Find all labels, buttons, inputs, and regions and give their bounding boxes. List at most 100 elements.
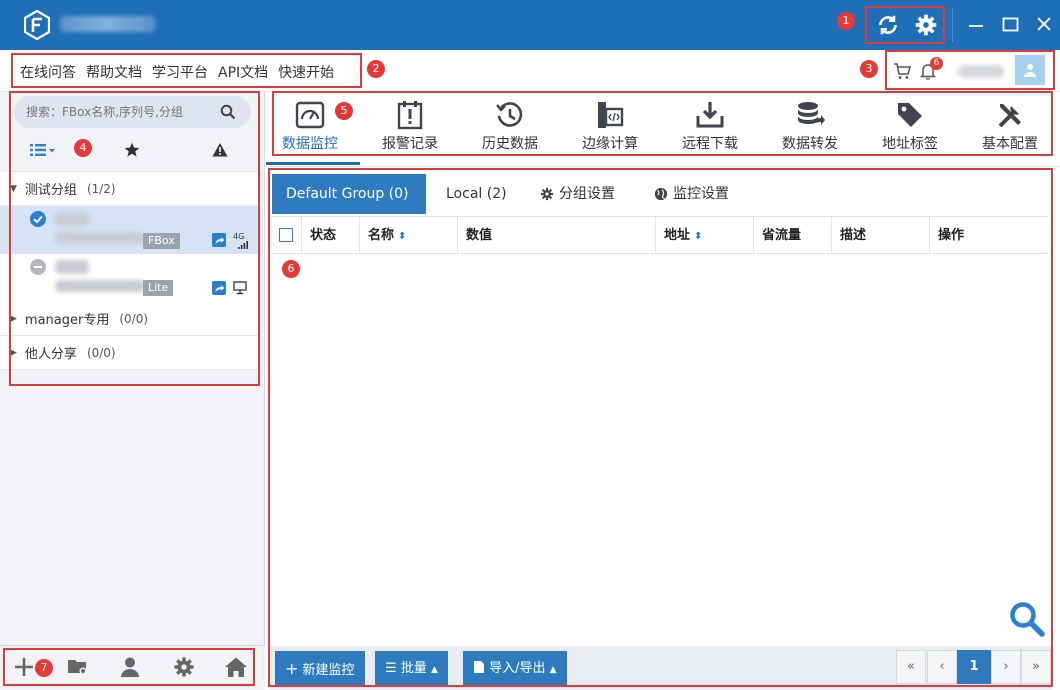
tab-label: 历史数据 <box>482 136 538 152</box>
caret-right-icon: ▶ <box>10 347 17 358</box>
group-count: (0/0) <box>86 345 116 360</box>
alarm-warning-icon[interactable] <box>212 140 228 160</box>
col-address[interactable]: 地址 ⬍ <box>656 217 754 254</box>
import-export-button[interactable]: 导入/导出 ▲ <box>463 651 567 686</box>
col-name[interactable]: 名称 ⬍ <box>360 217 458 254</box>
download-icon <box>695 100 725 130</box>
select-all-cell <box>272 217 302 254</box>
tab-history-data[interactable]: 历史数据 <box>465 96 555 156</box>
share-icon[interactable] <box>212 281 226 295</box>
help-link-quick-start[interactable]: 快速开始 <box>278 62 334 82</box>
tab-label: 边缘计算 <box>582 136 638 152</box>
tab-alarm-records[interactable]: 报警记录 <box>365 96 455 156</box>
device-serial-blurred <box>55 232 145 244</box>
tab-local[interactable]: Local (2) <box>432 174 521 214</box>
tab-data-forward[interactable]: 数据转发 <box>765 96 855 156</box>
search-icon[interactable] <box>1008 600 1046 638</box>
group-count: (1/2) <box>86 181 116 196</box>
device-type-badge: Lite <box>143 280 174 296</box>
annotation-badge-6: 6 <box>282 260 300 278</box>
tab-default-group[interactable]: Default Group (0) <box>272 174 426 214</box>
new-monitor-button[interactable]: + 新建监控 <box>275 651 365 686</box>
tab-basic-config[interactable]: 基本配置 <box>965 96 1055 156</box>
sort-icon: ⬍ <box>398 231 407 242</box>
device-item-lite[interactable]: Lite <box>0 254 258 302</box>
list-view-tab[interactable] <box>30 140 56 160</box>
globe-icon <box>654 187 668 201</box>
annotation-badge-3: 3 <box>860 60 878 78</box>
tab-edge-computing[interactable]: 边缘计算 <box>565 96 655 156</box>
tab-remote-download[interactable]: 远程下载 <box>665 96 755 156</box>
group-count: (0/0) <box>119 311 149 326</box>
favorites-star-icon[interactable] <box>124 140 140 160</box>
settings-gear-icon[interactable] <box>172 656 196 678</box>
help-link-api-docs[interactable]: API文档 <box>218 62 268 82</box>
page-first-button[interactable]: « <box>896 650 926 684</box>
tab-address-tags[interactable]: 地址标签 <box>865 96 955 156</box>
refresh-icon[interactable] <box>875 12 901 38</box>
minimize-icon[interactable] <box>962 12 990 38</box>
device-item-fbox[interactable]: FBox 4G <box>0 206 258 254</box>
alarm-clipboard-icon <box>395 100 425 130</box>
tab-group-settings[interactable]: 分组设置 <box>526 174 629 214</box>
tab-label: 数据转发 <box>782 136 838 152</box>
user-icon[interactable] <box>118 656 142 678</box>
active-tab-underline <box>266 162 360 165</box>
col-value: 数值 <box>458 217 656 254</box>
cart-icon[interactable] <box>893 62 911 80</box>
offline-status-icon <box>30 259 46 275</box>
annotation-badge-1: 1 <box>837 12 855 30</box>
col-status: 状态 <box>302 217 360 254</box>
annotation-badge-5: 5 <box>335 102 353 120</box>
sort-icon: ⬍ <box>694 231 703 242</box>
col-address-label: 地址 <box>664 228 691 243</box>
caret-up-icon: ▲ <box>430 665 438 675</box>
help-link-online-qa[interactable]: 在线问答 <box>20 62 76 82</box>
settings-gear-icon[interactable] <box>913 12 939 38</box>
search-input[interactable] <box>14 96 251 128</box>
tab-label: 分组设置 <box>559 186 615 202</box>
file-icon <box>474 661 484 673</box>
annotation-badge-2: 2 <box>367 60 385 78</box>
plus-icon: + <box>285 659 299 678</box>
online-check-icon <box>30 211 46 227</box>
group-shared[interactable]: ▶ 他人分享 (0/0) <box>0 336 258 370</box>
maximize-icon[interactable] <box>996 12 1024 38</box>
caret-right-icon: ▶ <box>10 313 17 324</box>
device-name-blurred <box>55 212 89 226</box>
app-logo-icon <box>24 10 50 40</box>
ethernet-monitor-icon <box>233 281 247 295</box>
database-forward-icon <box>795 100 825 130</box>
user-avatar-icon[interactable] <box>1015 55 1045 85</box>
device-serial-blurred <box>55 280 145 292</box>
edge-code-icon <box>595 100 625 130</box>
share-icon[interactable] <box>212 233 226 247</box>
search-icon[interactable] <box>220 104 236 120</box>
notification-count-badge: 6 <box>930 57 943 70</box>
group-name: 他人分享 <box>24 347 77 362</box>
page-last-button[interactable]: » <box>1021 650 1051 684</box>
tab-label: 地址标签 <box>882 136 938 152</box>
help-link-docs[interactable]: 帮助文档 <box>86 62 142 82</box>
tab-monitor-settings[interactable]: 监控设置 <box>640 174 743 214</box>
page-next-button[interactable]: › <box>991 650 1021 684</box>
add-icon[interactable] <box>12 656 36 678</box>
close-icon[interactable] <box>1030 12 1058 38</box>
group-manager[interactable]: ▶ manager专用 (0/0) <box>0 302 258 336</box>
help-links: 在线问答 帮助文档 学习平台 API文档 快速开始 <box>20 62 334 82</box>
page-prev-button[interactable]: ‹ <box>927 650 957 684</box>
col-name-label: 名称 <box>368 228 395 243</box>
group-test[interactable]: ▼ 测试分组 (1/2) <box>0 172 258 206</box>
home-icon[interactable] <box>224 656 248 678</box>
caret-up-icon: ▲ <box>549 665 557 675</box>
device-type-badge: FBox <box>143 233 180 249</box>
tab-label: 基本配置 <box>982 136 1038 152</box>
help-link-learning[interactable]: 学习平台 <box>152 62 208 82</box>
batch-button[interactable]: ☰ 批量 ▲ <box>375 651 448 686</box>
signal-4g-label: 4G <box>233 232 245 241</box>
group-name: manager专用 <box>24 313 110 328</box>
select-all-checkbox[interactable] <box>279 228 293 242</box>
folder-settings-icon[interactable] <box>66 656 90 678</box>
page-current-button[interactable]: 1 <box>957 650 991 684</box>
tab-label: 远程下载 <box>682 136 738 152</box>
